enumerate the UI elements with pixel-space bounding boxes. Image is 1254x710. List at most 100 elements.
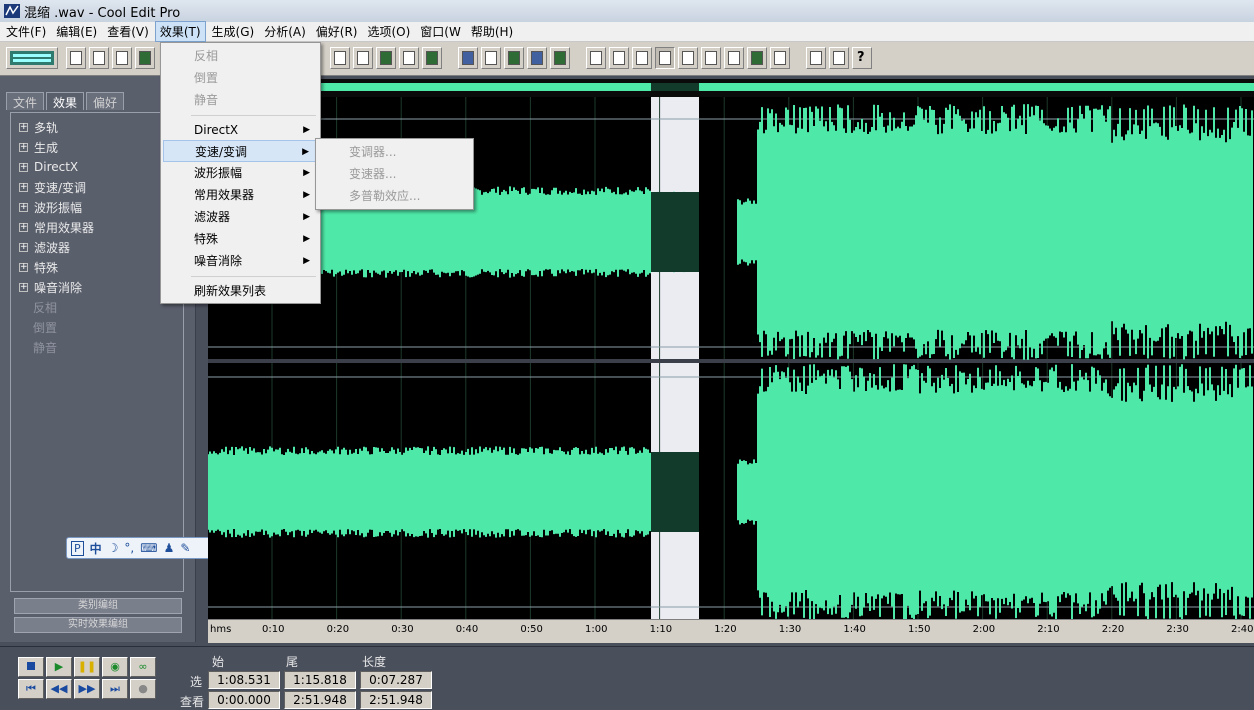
view-begin-field[interactable]: 0:00.000 [208,691,280,709]
tab-favorites[interactable]: 偏好 [86,92,125,110]
view-button-2[interactable] [609,47,629,69]
submenu-item-stretch[interactable]: 变速器... [318,163,471,185]
expand-icon[interactable]: + [19,282,28,292]
menu-favorites[interactable]: 偏好(R) [312,22,362,41]
expand-icon[interactable]: + [19,142,28,152]
view-button-9[interactable] [770,47,790,69]
tree-group-amplitude[interactable]: + 波形振幅 [11,197,183,217]
menu-item-filters[interactable]: 滤波器 ▶ [163,206,318,228]
tree-leaf-invert[interactable]: 反相 [11,297,183,317]
view-button-1[interactable] [586,47,606,69]
menu-help[interactable]: 帮助(H) [467,22,517,41]
menu-item-special[interactable]: 特殊 ▶ [163,228,318,250]
ime-mode-toggle[interactable]: 中 [90,540,102,557]
expand-icon[interactable]: + [19,262,28,272]
menu-item-directx[interactable]: DirectX ▶ [163,119,318,141]
user-icon[interactable]: ♟ [164,541,175,555]
tool-button-10[interactable] [550,47,570,69]
tree-leaf-silence[interactable]: 静音 [11,337,183,357]
tool-button-4[interactable] [399,47,419,69]
help-button[interactable]: ? [852,47,872,69]
moon-icon[interactable]: ☽ [108,541,119,555]
play-to-end-button[interactable]: ◉ [102,657,128,677]
go-to-end-button[interactable]: ⏭ [102,679,128,699]
tool-button-1[interactable] [330,47,350,69]
view-button-5[interactable] [678,47,698,69]
submenu-item-pitch-shifter[interactable]: 变调器... [318,141,471,163]
menu-item-time-pitch[interactable]: 变速/变调 ▶ [163,140,318,162]
category-group-button[interactable]: 类别编组 [14,598,182,614]
tree-group-filters[interactable]: + 滤波器 [11,237,183,257]
tool-button-9[interactable] [527,47,547,69]
pause-button[interactable]: ❚❚ [74,657,100,677]
script-button[interactable] [829,47,849,69]
view-button-7[interactable] [724,47,744,69]
tree-group-common-effects[interactable]: + 常用效果器 [11,217,183,237]
tab-effects[interactable]: 效果 [46,92,85,110]
menu-item-noise-reduction[interactable]: 噪音消除 ▶ [163,250,318,272]
view-button-3[interactable] [632,47,652,69]
fast-forward-button[interactable]: ▶▶ [74,679,100,699]
tree-group-noise-reduction[interactable]: + 噪音消除 [11,277,183,297]
tab-files[interactable]: 文件 [6,92,45,110]
expand-icon[interactable]: + [19,122,28,132]
rewind-button[interactable]: ◀◀ [46,679,72,699]
loop-button[interactable]: ∞ [130,657,156,677]
view-end-field[interactable]: 2:51.948 [284,691,356,709]
stop-button[interactable] [18,657,44,677]
menu-analyze[interactable]: 分析(A) [260,22,310,41]
expand-icon[interactable]: + [19,162,28,172]
expand-icon[interactable]: + [19,242,28,252]
wrench-icon[interactable]: ✎ [180,541,190,555]
tree-group-multitrack[interactable]: + 多轨 [11,117,183,137]
expand-icon[interactable]: + [19,182,28,192]
tool-button-7[interactable] [481,47,501,69]
selection-begin-field[interactable]: 1:08.531 [208,671,280,689]
tree-group-time-pitch[interactable]: + 变速/变调 [11,177,183,197]
menu-view[interactable]: 查看(V) [103,22,153,41]
menu-item-amplitude[interactable]: 波形振幅 ▶ [163,162,318,184]
menu-item-refresh-effects[interactable]: 刷新效果列表 [163,280,318,302]
tool-button-6[interactable] [458,47,478,69]
punctuation-icon[interactable]: °, [124,541,134,555]
submenu-item-doppler[interactable]: 多普勒效应... [318,185,471,207]
tree-leaf-reverse[interactable]: 倒置 [11,317,183,337]
menu-file[interactable]: 文件(F) [2,22,50,41]
tool-button-2[interactable] [353,47,373,69]
go-to-start-button[interactable]: ⏮ [18,679,44,699]
menu-generate[interactable]: 生成(G) [208,22,259,41]
expand-icon[interactable]: + [19,202,28,212]
menu-options[interactable]: 选项(O) [363,22,414,41]
open-file-button[interactable] [89,47,109,69]
menu-item-reverse[interactable]: 倒置 [163,67,318,89]
tool-button-3[interactable] [376,47,396,69]
realtime-effects-group-button[interactable]: 实时效果编组 [14,617,182,633]
selection-length-field[interactable]: 0:07.287 [360,671,432,689]
tree-group-special[interactable]: + 特殊 [11,257,183,277]
view-length-field[interactable]: 2:51.948 [360,691,432,709]
keyboard-icon[interactable]: ⌨ [140,541,157,555]
play-button[interactable]: ▶ [46,657,72,677]
multitrack-toggle-button[interactable] [6,47,58,69]
tree-group-generate[interactable]: + 生成 [11,137,183,157]
menu-window[interactable]: 窗口(W [416,22,465,41]
tool-button-5[interactable] [422,47,442,69]
menu-effects[interactable]: 效果(T) [154,21,206,42]
ime-logo-icon[interactable]: P [71,540,84,556]
tree-group-directx[interactable]: + DirectX [11,157,183,177]
waveform-overview[interactable] [208,79,1254,97]
record-button[interactable]: ● [130,679,156,699]
menu-item-invert[interactable]: 反相 [163,45,318,67]
menu-item-silence[interactable]: 静音 [163,89,318,111]
view-button-4[interactable] [655,47,675,69]
expand-icon[interactable]: + [19,222,28,232]
menu-edit[interactable]: 编辑(E) [52,22,101,41]
menu-item-common-effects[interactable]: 常用效果器 ▶ [163,184,318,206]
save-as-button[interactable] [135,47,155,69]
settings-button[interactable] [806,47,826,69]
tool-button-8[interactable] [504,47,524,69]
save-file-button[interactable] [112,47,132,69]
new-file-button[interactable] [66,47,86,69]
time-display-button[interactable] [701,47,721,69]
selection-end-field[interactable]: 1:15.818 [284,671,356,689]
